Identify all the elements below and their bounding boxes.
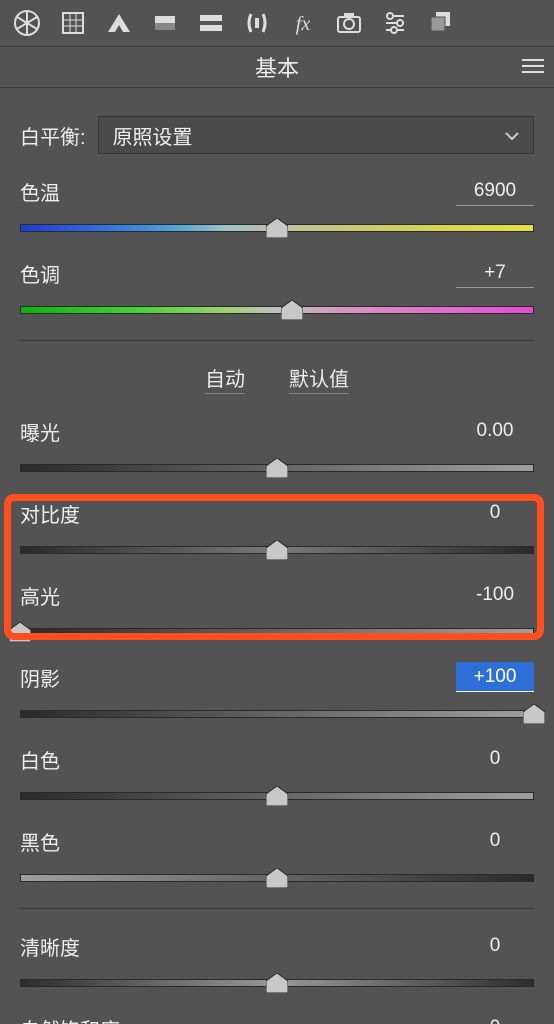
highlights-track[interactable]	[20, 618, 534, 644]
exposure-value[interactable]: 0.00	[456, 416, 534, 446]
shadows-label: 阴影	[20, 663, 60, 692]
blacks-label: 黑色	[20, 827, 60, 856]
panel-menu-icon[interactable]	[522, 54, 544, 80]
tint-thumb[interactable]	[281, 300, 303, 320]
temperature-track[interactable]	[20, 214, 534, 240]
tint-label: 色调	[20, 259, 60, 288]
tint-track[interactable]	[20, 296, 534, 322]
highlights-label: 高光	[20, 581, 60, 610]
whites-thumb[interactable]	[266, 786, 288, 806]
whites-value[interactable]: 0	[456, 744, 534, 774]
clarity-slider: 清晰度 0	[20, 931, 534, 995]
exposure-thumb[interactable]	[266, 458, 288, 478]
temperature-value[interactable]: 6900	[456, 176, 534, 206]
exposure-slider: 曝光 0.00	[20, 416, 534, 480]
presets-icon[interactable]	[418, 0, 464, 46]
aperture-icon[interactable]	[4, 0, 50, 46]
sliders-icon[interactable]	[372, 0, 418, 46]
divider	[20, 340, 534, 341]
auto-button[interactable]: 自动	[205, 363, 245, 394]
vibrance-value[interactable]: 0	[456, 1013, 534, 1024]
clarity-value[interactable]: 0	[456, 931, 534, 961]
top-toolbar: fx	[0, 0, 554, 46]
shadows-value[interactable]: +100	[456, 662, 534, 692]
exposure-label: 曝光	[20, 417, 60, 446]
temperature-label: 色温	[20, 177, 60, 206]
clarity-thumb[interactable]	[266, 973, 288, 993]
contrast-track[interactable]	[20, 536, 534, 562]
contrast-label: 对比度	[20, 499, 80, 528]
blacks-slider: 黑色 0	[20, 826, 534, 890]
blacks-track[interactable]	[20, 864, 534, 890]
highlights-slider: 高光 -100	[20, 580, 534, 644]
shadows-track[interactable]	[20, 700, 534, 726]
effects-icon[interactable]: fx	[280, 0, 326, 46]
vibrance-label: 自然饱和度	[20, 1014, 120, 1024]
divider	[20, 908, 534, 909]
white-balance-value: 原照设置	[113, 121, 193, 150]
exposure-track[interactable]	[20, 454, 534, 480]
temperature-thumb[interactable]	[266, 218, 288, 238]
tone-curve-icon[interactable]	[96, 0, 142, 46]
tint-value[interactable]: +7	[456, 258, 534, 288]
vibrance-slider: 自然饱和度 0	[20, 1013, 534, 1024]
split-tone-icon[interactable]	[188, 0, 234, 46]
temperature-slider: 色温 6900	[20, 176, 534, 240]
chevron-down-icon	[505, 124, 519, 147]
blacks-thumb[interactable]	[266, 868, 288, 888]
panel-title: 基本	[255, 51, 299, 83]
contrast-thumb[interactable]	[266, 540, 288, 560]
blacks-value[interactable]: 0	[456, 826, 534, 856]
white-balance-label: 白平衡:	[20, 121, 86, 150]
highlights-value[interactable]: -100	[456, 580, 534, 610]
crop-icon[interactable]	[50, 0, 96, 46]
highlights-thumb[interactable]	[9, 622, 31, 642]
white-balance-select[interactable]: 原照设置	[98, 116, 534, 154]
whites-slider: 白色 0	[20, 744, 534, 808]
contrast-slider: 对比度 0	[20, 498, 534, 562]
svg-text:fx: fx	[296, 13, 311, 35]
contrast-value[interactable]: 0	[456, 498, 534, 528]
lens-icon[interactable]	[234, 0, 280, 46]
panel-title-bar: 基本	[0, 46, 554, 88]
detail-icon[interactable]	[142, 0, 188, 46]
clarity-label: 清晰度	[20, 932, 80, 961]
whites-track[interactable]	[20, 782, 534, 808]
shadows-thumb[interactable]	[523, 704, 545, 724]
whites-label: 白色	[20, 745, 60, 774]
clarity-track[interactable]	[20, 969, 534, 995]
camera-icon[interactable]	[326, 0, 372, 46]
tint-slider: 色调 +7	[20, 258, 534, 322]
default-button[interactable]: 默认值	[289, 363, 349, 394]
panel-body: 白平衡: 原照设置 色温 6900 色调 +7 自动 默认值	[0, 116, 554, 1024]
shadows-slider: 阴影 +100	[20, 662, 534, 726]
